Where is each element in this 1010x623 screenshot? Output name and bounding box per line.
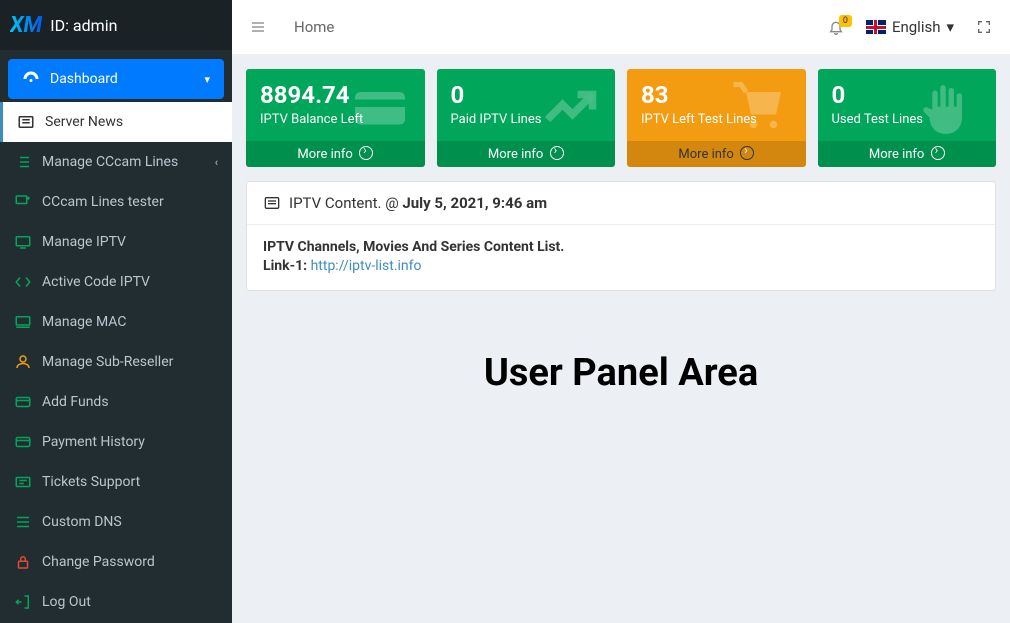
card-title-prefix: IPTV Content. @	[289, 194, 402, 212]
sidebar-menu: Dashboard ▾ Server News Manage CCcam Lin…	[0, 50, 232, 623]
chevron-left-icon: ‹	[215, 156, 218, 169]
dashboard-icon	[22, 70, 40, 88]
brand-bar: XM ID: admin	[0, 0, 232, 50]
brand-logo: XM	[10, 13, 42, 38]
language-label: English	[892, 18, 941, 36]
code-icon	[14, 273, 32, 291]
sidebar-item-dashboard[interactable]: Dashboard ▾	[8, 59, 224, 99]
stat-value: 0	[451, 81, 602, 109]
stat-more-link[interactable]: More info	[437, 141, 616, 167]
breadcrumb[interactable]: Home	[294, 18, 334, 36]
arrow-circle-icon	[359, 146, 373, 160]
dns-icon	[14, 513, 32, 531]
card-body: IPTV Channels, Movies And Series Content…	[247, 225, 995, 290]
sidebar-item-server-news[interactable]: Server News	[0, 102, 232, 142]
content-area: 8894.74 IPTV Balance Left More info 0 Pa…	[232, 55, 1010, 623]
sidebar-item-manage-iptv[interactable]: Manage IPTV	[0, 222, 232, 262]
sidebar-item-sub-reseller[interactable]: Manage Sub-Reseller	[0, 342, 232, 382]
mac-icon	[14, 313, 32, 331]
sidebar-item-label: CCcam Lines tester	[42, 194, 164, 210]
sidebar-item-label: Payment History	[42, 434, 145, 450]
main-area: Home 0 English ▾ 8894.74	[232, 0, 1010, 623]
stat-box-paid-lines: 0 Paid IPTV Lines More info	[437, 69, 616, 167]
sidebar-item-add-funds[interactable]: Add Funds	[0, 382, 232, 422]
sidebar-item-label: Manage MAC	[42, 314, 126, 330]
stat-more-link[interactable]: More info	[627, 141, 806, 167]
arrow-circle-icon	[931, 146, 945, 160]
sidebar-item-label: Server News	[45, 114, 123, 130]
sidebar-item-label: Manage IPTV	[42, 234, 126, 250]
iptv-link[interactable]: http://iptv-list.info	[311, 258, 422, 274]
sidebar-item-cccam-lines[interactable]: Manage CCcam Lines ‹	[0, 142, 232, 182]
sidebar-item-manage-mac[interactable]: Manage MAC	[0, 302, 232, 342]
stat-more-link[interactable]: More info	[246, 141, 425, 167]
news-icon	[17, 113, 35, 131]
link-label: Link-1:	[263, 258, 311, 274]
card-icon	[14, 433, 32, 451]
sidebar-item-tickets[interactable]: Tickets Support	[0, 462, 232, 502]
stat-value: 83	[641, 81, 792, 109]
flag-icon	[866, 20, 886, 34]
iptv-content-card: IPTV Content. @ July 5, 2021, 9:46 am IP…	[246, 181, 996, 291]
sidebar-item-label: Add Funds	[42, 394, 109, 410]
sidebar-item-label: Active Code IPTV	[42, 274, 150, 290]
language-selector[interactable]: English ▾	[866, 18, 954, 36]
card-title-date: July 5, 2021, 9:46 am	[402, 194, 547, 212]
logout-icon	[14, 593, 32, 611]
sidebar-item-custom-dns[interactable]: Custom DNS	[0, 502, 232, 542]
iptv-icon	[14, 233, 32, 251]
notification-badge: 0	[839, 15, 852, 27]
sidebar-item-active-code[interactable]: Active Code IPTV	[0, 262, 232, 302]
user-panel-title: User Panel Area	[246, 351, 996, 395]
stat-more-link[interactable]: More info	[818, 141, 997, 167]
arrow-circle-icon	[740, 146, 754, 160]
tester-icon	[14, 193, 32, 211]
sidebar-item-payment-history[interactable]: Payment History	[0, 422, 232, 462]
topbar: Home 0 English ▾	[232, 0, 1010, 55]
arrow-circle-icon	[550, 146, 564, 160]
stat-box-balance: 8894.74 IPTV Balance Left More info	[246, 69, 425, 167]
stat-value: 8894.74	[260, 81, 411, 109]
list-icon	[263, 195, 281, 211]
list-icon	[14, 153, 32, 171]
lock-icon	[14, 553, 32, 571]
sidebar-item-label: Tickets Support	[42, 474, 140, 490]
stat-row: 8894.74 IPTV Balance Left More info 0 Pa…	[246, 69, 996, 167]
sidebar-item-change-password[interactable]: Change Password	[0, 542, 232, 582]
stat-label: Paid IPTV Lines	[451, 112, 602, 127]
stat-label: Used Test Lines	[832, 112, 983, 127]
hamburger-icon[interactable]	[250, 19, 266, 35]
sidebar-item-cccam-tester[interactable]: CCcam Lines tester	[0, 182, 232, 222]
sidebar-item-label: Change Password	[42, 554, 155, 570]
card-icon	[14, 393, 32, 411]
notifications-button[interactable]: 0	[828, 19, 844, 35]
sidebar: XM ID: admin Dashboard ▾ Server News Man…	[0, 0, 232, 623]
sidebar-item-label: Dashboard	[50, 71, 118, 87]
sidebar-item-label: Manage CCcam Lines	[42, 154, 178, 170]
card-header: IPTV Content. @ July 5, 2021, 9:46 am	[247, 182, 995, 225]
sidebar-item-label: Custom DNS	[42, 514, 122, 530]
stat-box-used-lines: 0 Used Test Lines More info	[818, 69, 997, 167]
stat-label: IPTV Balance Left	[260, 112, 411, 127]
card-body-text: IPTV Channels, Movies And Series Content…	[263, 239, 564, 255]
fullscreen-button[interactable]	[976, 19, 992, 35]
sidebar-item-logout[interactable]: Log Out	[0, 582, 232, 622]
sidebar-item-label: Log Out	[42, 594, 91, 610]
stat-value: 0	[832, 81, 983, 109]
ticket-icon	[14, 473, 32, 491]
caret-down-icon: ▾	[946, 18, 954, 36]
chevron-down-icon: ▾	[204, 73, 210, 86]
topbar-right: 0 English ▾	[828, 18, 992, 36]
stat-label: IPTV Left Test Lines	[641, 112, 792, 127]
brand-id: ID: admin	[50, 16, 117, 35]
topbar-left: Home	[250, 18, 334, 36]
stat-box-test-lines: 83 IPTV Left Test Lines More info	[627, 69, 806, 167]
sidebar-item-label: Manage Sub-Reseller	[42, 354, 173, 370]
user-icon	[14, 353, 32, 371]
